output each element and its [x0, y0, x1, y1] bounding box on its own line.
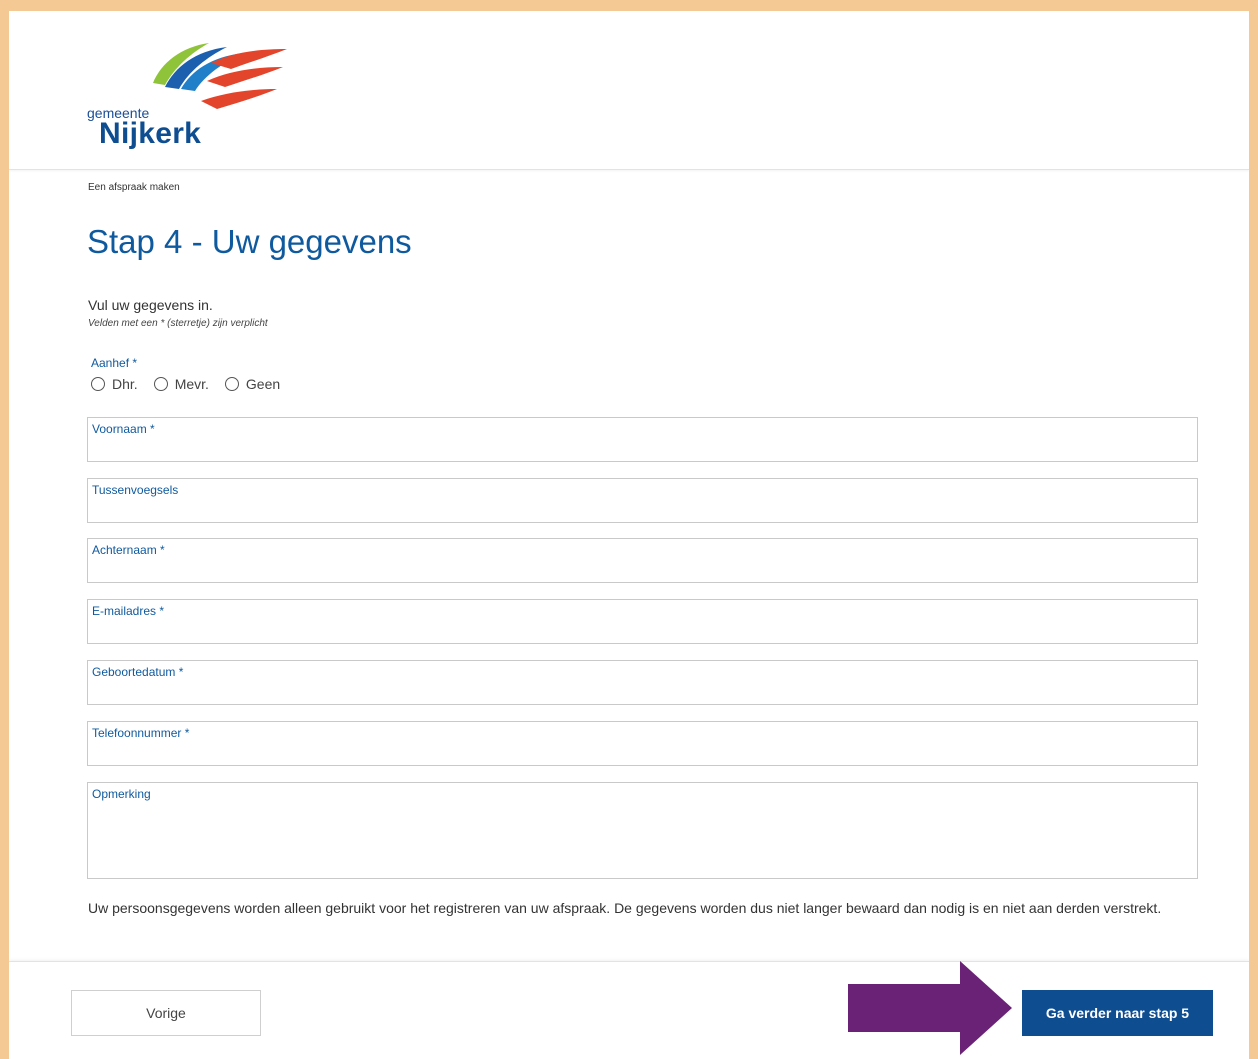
email-field[interactable]: E-mailadres * — [87, 599, 1198, 644]
first-name-field[interactable]: Voornaam * — [87, 417, 1198, 462]
phone-field[interactable]: Telefoonnummer * — [87, 721, 1198, 766]
infix-field[interactable]: Tussenvoegsels — [87, 478, 1198, 523]
municipality-logo[interactable]: gemeente Nijkerk — [87, 41, 287, 156]
breadcrumb[interactable]: Een afspraak maken — [88, 182, 180, 193]
site-header: gemeente Nijkerk — [9, 11, 1249, 170]
birthdate-field[interactable]: Geboortedatum * — [87, 660, 1198, 705]
flag-logo-icon — [153, 43, 287, 109]
remark-textarea[interactable]: Opmerking — [87, 782, 1198, 879]
first-name-label: Voornaam * — [92, 422, 155, 436]
logo-name: Nijkerk — [99, 117, 202, 150]
infix-label: Tussenvoegsels — [92, 483, 179, 497]
salutation-option-label: Geen — [245, 376, 281, 392]
privacy-notice: Uw persoonsgegevens worden alleen gebrui… — [88, 900, 1162, 916]
email-label: E-mailadres * — [92, 604, 165, 618]
salutation-label: Aanhef * — [91, 356, 138, 370]
page-title: Stap 4 - Uw gegevens — [87, 223, 412, 260]
highlight-arrow-icon — [848, 961, 1012, 1055]
radio-circle-icon[interactable] — [91, 377, 105, 391]
salutation-option-label: Dhr. — [112, 376, 138, 392]
salutation-option-label: Mevr. — [174, 376, 209, 392]
form-footer: Vorige Ga verder naar stap 5 — [9, 961, 1249, 1059]
page-frame: gemeente Nijkerk Een afspraak maken Stap… — [9, 11, 1249, 1059]
last-name-label: Achternaam * — [92, 543, 165, 557]
radio-circle-icon[interactable] — [224, 377, 239, 391]
phone-label: Telefoonnummer * — [92, 726, 190, 740]
salutation-option-mevr[interactable]: Mevr. — [153, 376, 209, 392]
salutation-option-geen[interactable]: Geen — [224, 376, 281, 392]
salutation-radio-group: Dhr. Mevr. Geen — [91, 376, 296, 392]
last-name-field[interactable]: Achternaam * — [87, 538, 1198, 583]
next-step-button[interactable]: Ga verder naar stap 5 — [1022, 990, 1213, 1036]
required-fields-note: Velden met een * (sterretje) zijn verpli… — [88, 318, 268, 329]
birthdate-label: Geboortedatum * — [92, 665, 184, 679]
salutation-option-dhr[interactable]: Dhr. — [91, 376, 138, 392]
previous-button[interactable]: Vorige — [71, 990, 261, 1036]
radio-circle-icon[interactable] — [153, 377, 168, 391]
intro-text: Vul uw gegevens in. — [88, 297, 213, 313]
remark-label: Opmerking — [92, 787, 151, 801]
